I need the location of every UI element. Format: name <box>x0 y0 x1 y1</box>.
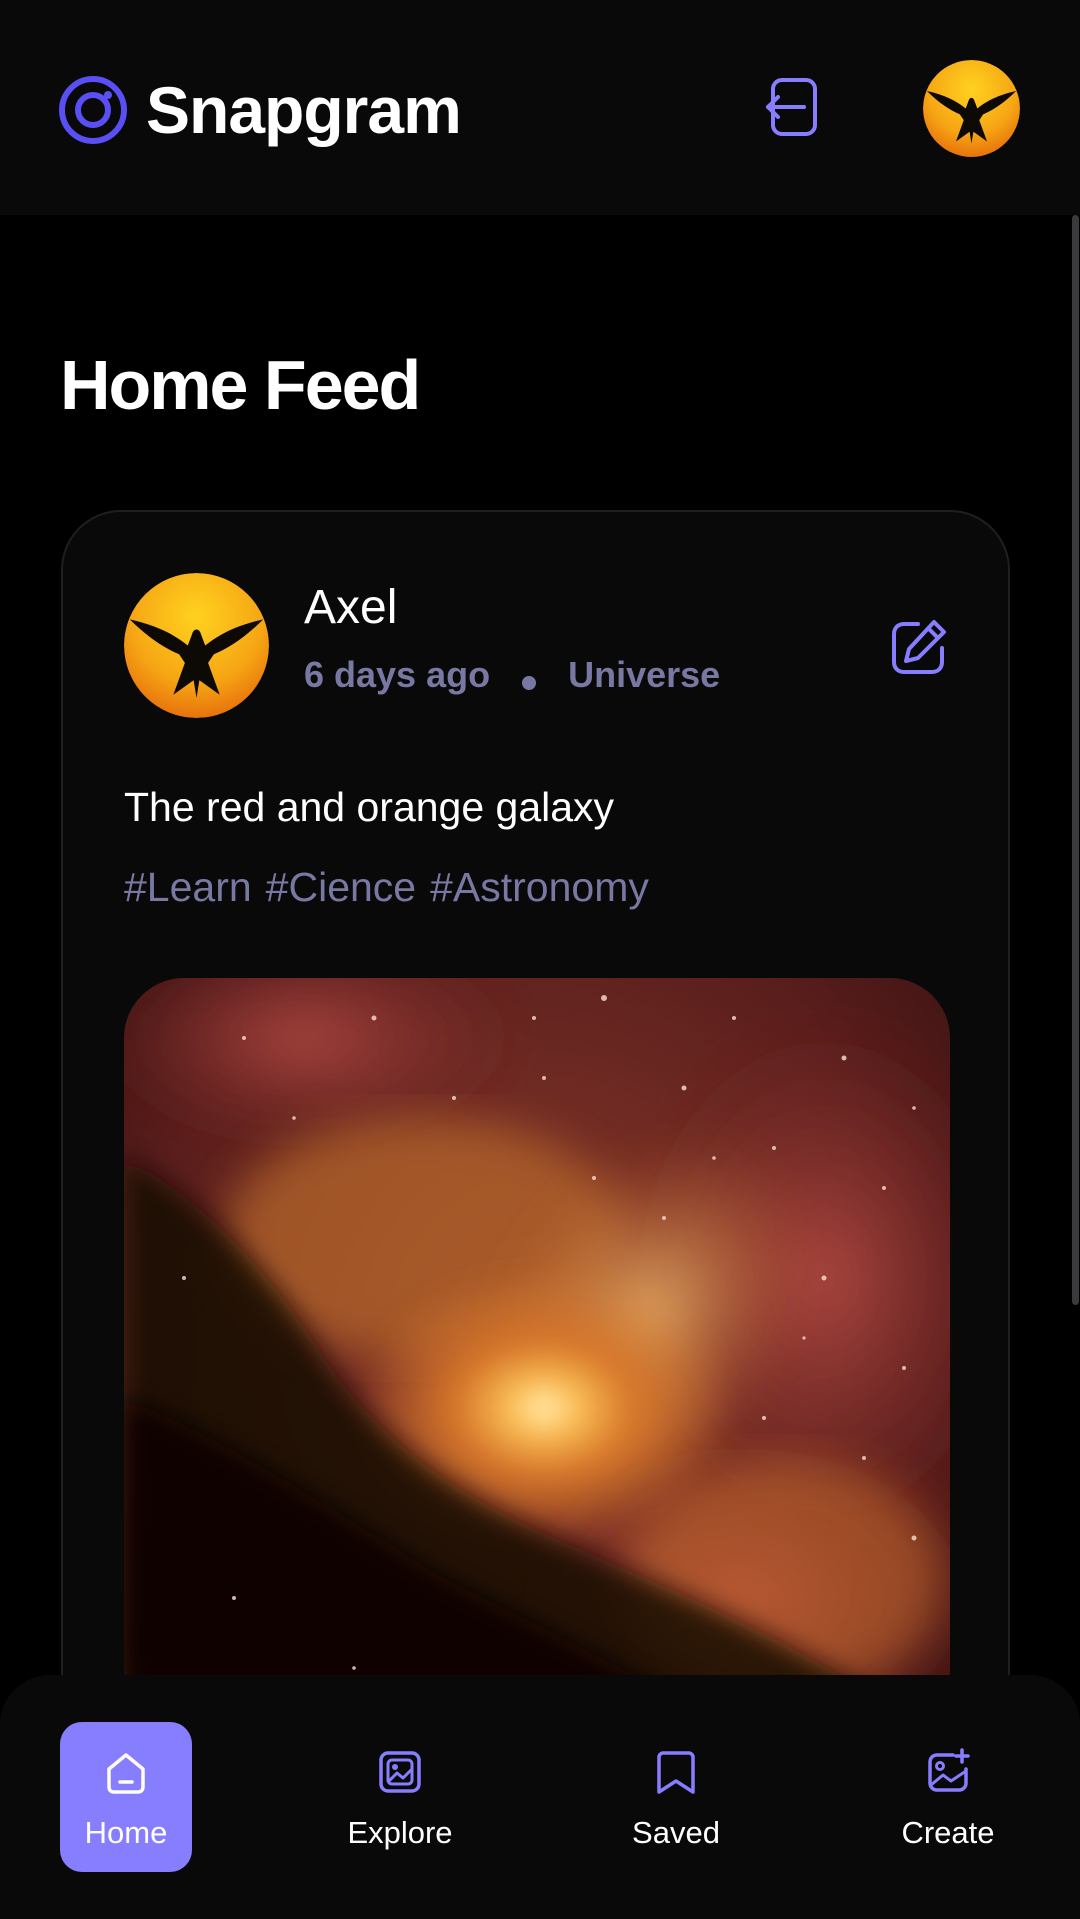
nav-label: Create <box>901 1815 995 1850</box>
nav-label: Saved <box>632 1815 720 1850</box>
explore-icon <box>379 1751 421 1793</box>
scrollbar[interactable] <box>1070 215 1080 1919</box>
nav-saved[interactable]: Saved <box>610 1722 742 1872</box>
user-avatar-icon <box>923 60 1020 157</box>
page-title: Home Feed <box>60 346 421 424</box>
scroll-thumb[interactable] <box>1072 215 1079 1305</box>
nav-label: Home <box>84 1815 168 1850</box>
app-name: Snapgram <box>146 73 462 147</box>
profile-avatar[interactable] <box>923 60 1020 157</box>
meta-separator <box>522 676 537 690</box>
home-icon <box>107 1753 145 1794</box>
post-caption: The red and orange galaxy <box>124 784 615 830</box>
post-card: Axel 6 days ago Universe The red and ora… <box>61 510 1010 1810</box>
post-author-avatar[interactable] <box>124 573 269 718</box>
create-post-icon <box>928 1748 970 1792</box>
nav-home[interactable]: Home <box>60 1722 192 1872</box>
author-avatar-icon <box>124 573 269 718</box>
post-location: Universe <box>568 654 721 695</box>
app-logo[interactable]: Snapgram <box>58 72 462 148</box>
post-tags: #Learn #Cience #Astronomy <box>124 864 649 911</box>
post-time: 6 days ago <box>304 654 491 695</box>
post-author-name[interactable]: Axel <box>304 580 397 635</box>
post-tag[interactable]: #Learn <box>124 864 252 911</box>
nav-create[interactable]: Create <box>882 1722 1014 1872</box>
edit-icon[interactable] <box>888 616 950 678</box>
bookmark-icon <box>657 1751 695 1794</box>
nav-label: Explore <box>347 1815 453 1850</box>
post-meta: 6 days ago Universe <box>304 654 720 696</box>
bottom-nav: Home Explore Saved Create <box>0 1675 1080 1919</box>
post-tag[interactable]: #Cience <box>266 864 416 911</box>
post-tag[interactable]: #Astronomy <box>430 864 649 911</box>
logout-icon[interactable] <box>758 72 828 142</box>
logo-icon <box>59 76 127 144</box>
top-bar: Snapgram <box>0 0 1080 215</box>
nav-explore[interactable]: Explore <box>334 1722 466 1872</box>
